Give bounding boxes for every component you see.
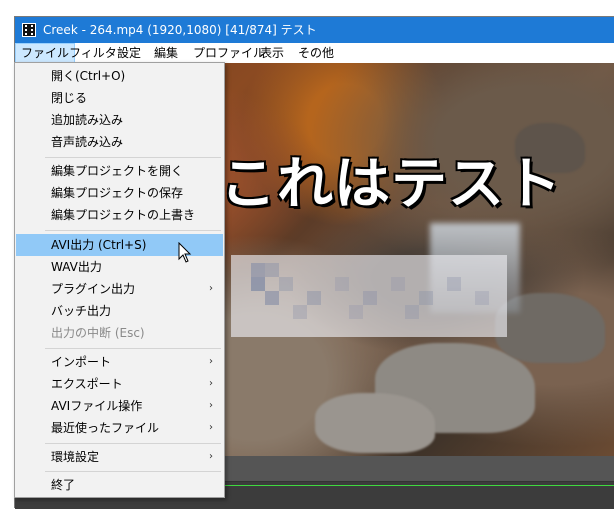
- menu-item-label: WAV出力: [51, 260, 102, 274]
- menu-separator: [45, 230, 221, 231]
- menu-item-label: エクスポート: [51, 377, 123, 391]
- mouse-cursor-icon: [178, 242, 192, 263]
- menu-item-label: 編集プロジェクトの保存: [51, 186, 184, 200]
- mosaic-block: [335, 277, 349, 291]
- mosaic-block: [279, 277, 293, 291]
- menu-item-label: 音声読み込み: [51, 135, 124, 149]
- submenu-arrow-icon: ›: [209, 378, 213, 389]
- menu-item-label: AVIファイル操作: [51, 399, 143, 413]
- submenu-arrow-icon: ›: [209, 283, 213, 294]
- mosaic-block: [307, 291, 321, 305]
- menu-item-label: 開く(Ctrl+O): [51, 69, 126, 83]
- menu-item-label: バッチ出力: [51, 304, 112, 318]
- mosaic-block: [475, 291, 489, 305]
- menu-item-label: 環境設定: [51, 450, 100, 464]
- menu-separator: [45, 443, 221, 444]
- menu-item-import[interactable]: インポート ›: [16, 351, 223, 373]
- menu-other[interactable]: その他: [293, 43, 339, 63]
- menu-item-plugin-output[interactable]: プラグイン出力 ›: [16, 278, 223, 300]
- menu-item-export[interactable]: エクスポート ›: [16, 373, 223, 395]
- menu-separator: [45, 157, 221, 158]
- menu-item-open[interactable]: 開く(Ctrl+O): [16, 65, 223, 87]
- menu-item-label: 終了: [51, 478, 76, 492]
- menu-item-label: インポート: [51, 355, 112, 369]
- menu-separator: [45, 348, 221, 349]
- mosaic-block: [265, 291, 279, 305]
- menu-item-audio[interactable]: 音声読み込み: [16, 131, 223, 153]
- menu-item-exit[interactable]: 終了: [16, 474, 223, 496]
- mosaic-block: [265, 263, 279, 277]
- mosaic-block: [391, 277, 405, 291]
- menu-item-batch-output[interactable]: バッチ出力: [16, 300, 223, 322]
- submenu-arrow-icon: ›: [209, 422, 213, 433]
- menu-item-overwrite-project[interactable]: 編集プロジェクトの上書き: [16, 204, 223, 226]
- file-menu-dropdown: 開く(Ctrl+O) 閉じる 追加読み込み 音声読み込み 編集プロジェクトを開く…: [14, 62, 225, 498]
- menu-bar: ファイル フィルタ 設定 編集 プロファイル 表示 その他: [15, 43, 614, 63]
- mosaic-block: [251, 263, 265, 277]
- mosaic-block: [349, 305, 363, 319]
- menu-item-save-project[interactable]: 編集プロジェクトの保存: [16, 182, 223, 204]
- menu-item-append[interactable]: 追加読み込み: [16, 109, 223, 131]
- menu-item-label: AVI出力 (Ctrl+S): [51, 238, 147, 252]
- submenu-arrow-icon: ›: [209, 400, 213, 411]
- menu-edit[interactable]: 編集: [149, 43, 183, 63]
- mosaic-block: [419, 291, 433, 305]
- menu-item-recent-files[interactable]: 最近使ったファイル ›: [16, 417, 223, 439]
- menu-item-stop-output: 出力の中断 (Esc): [16, 322, 223, 344]
- title-bar: Creek - 264.mp4 (1920,1080) [41/874] テスト: [15, 17, 614, 43]
- menu-item-label: 出力の中断 (Esc): [51, 326, 145, 340]
- menu-item-label: 編集プロジェクトの上書き: [51, 208, 196, 222]
- menu-item-preferences[interactable]: 環境設定 ›: [16, 446, 223, 468]
- app-icon[interactable]: [22, 23, 36, 37]
- mosaic-block: [405, 305, 419, 319]
- menu-item-label: 最近使ったファイル: [51, 421, 160, 435]
- mosaic-block: [293, 305, 307, 319]
- menu-item-close[interactable]: 閉じる: [16, 87, 223, 109]
- menu-item-open-project[interactable]: 編集プロジェクトを開く: [16, 160, 223, 182]
- pixelated-text-box: [231, 255, 507, 337]
- submenu-arrow-icon: ›: [209, 356, 213, 367]
- mosaic-block: [447, 277, 461, 291]
- menu-item-avi-file-ops[interactable]: AVIファイル操作 ›: [16, 395, 223, 417]
- menu-item-label: プラグイン出力: [51, 282, 136, 296]
- menu-view[interactable]: 表示: [255, 43, 289, 63]
- menu-separator: [45, 471, 221, 472]
- window-title: Creek - 264.mp4 (1920,1080) [41/874] テスト: [43, 23, 317, 37]
- video-overlay-text: これはテスト: [220, 152, 562, 217]
- menu-settings[interactable]: 設定: [112, 43, 146, 63]
- menu-item-label: 編集プロジェクトを開く: [51, 164, 184, 178]
- menu-item-label: 閉じる: [51, 91, 88, 105]
- mosaic-block: [251, 277, 265, 291]
- mosaic-block: [363, 291, 377, 305]
- rock-shape: [315, 393, 435, 453]
- menu-item-label: 追加読み込み: [51, 113, 124, 127]
- submenu-arrow-icon: ›: [209, 451, 213, 462]
